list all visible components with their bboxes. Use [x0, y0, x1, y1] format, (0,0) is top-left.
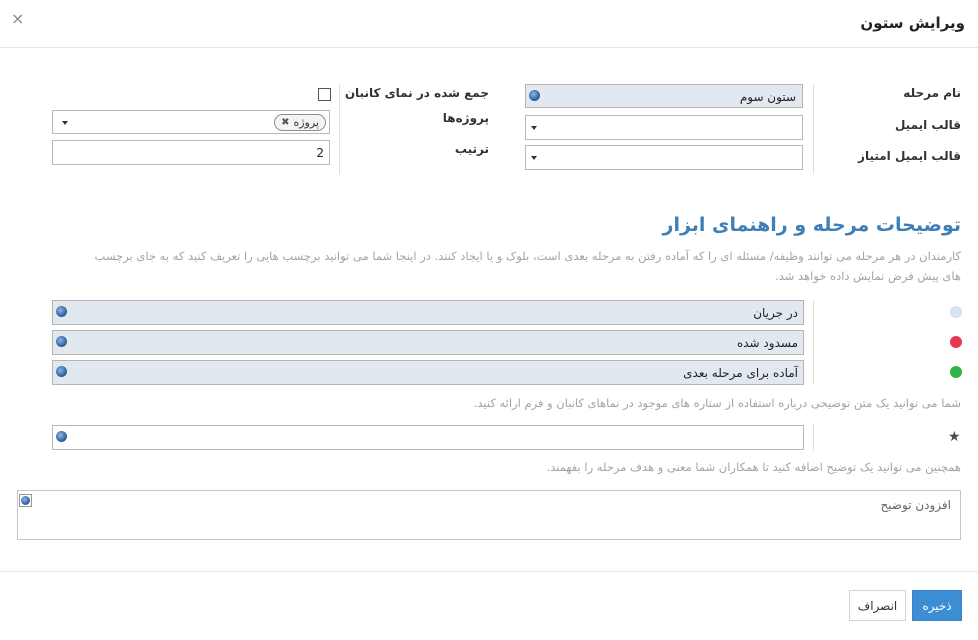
- sequence-value: 2: [316, 146, 324, 160]
- globe-icon[interactable]: [529, 90, 540, 101]
- legend-help-text: شما می توانید یک متن توضیحی درباره استفا…: [473, 396, 961, 410]
- legend-blocked-input[interactable]: مسدود شده: [52, 330, 804, 355]
- stage-name-label: نام مرحله: [903, 86, 961, 100]
- projects-input[interactable]: پروژه ✖: [52, 110, 330, 134]
- rating-email-template-label: قالب ایمیل امتیاز: [858, 149, 961, 163]
- legend-blocked-value: مسدود شده: [736, 336, 798, 350]
- sequence-label: ترتیب: [454, 142, 489, 156]
- caret-down-icon: [62, 121, 68, 125]
- project-tag[interactable]: پروژه ✖: [274, 114, 326, 131]
- folded-label: جمع شده در نمای کانبان: [344, 86, 489, 100]
- section-title: توضیحات مرحله و راهنمای ابزار: [662, 214, 962, 236]
- modal-title: ویرایش ستون: [860, 14, 965, 32]
- legend-done-input[interactable]: آماده برای مرحله بعدی: [52, 360, 804, 385]
- field-separator: [813, 424, 814, 451]
- email-template-label: قالب ایمیل: [894, 118, 961, 132]
- globe-icon: [21, 496, 30, 505]
- help-text-line1: کارمندان در هر مرحله می توانند وظیفه/ مس…: [94, 249, 961, 263]
- legend-priority-input[interactable]: [52, 425, 804, 450]
- normal-state-dot: [950, 306, 962, 318]
- description-textarea[interactable]: [17, 490, 961, 540]
- globe-icon[interactable]: [56, 366, 67, 377]
- footer-divider: [0, 571, 978, 572]
- globe-icon[interactable]: [56, 431, 67, 442]
- remove-tag-icon[interactable]: ✖: [281, 115, 289, 130]
- save-button[interactable]: ذخیره: [912, 590, 962, 621]
- stage-name-input[interactable]: ستون سوم: [525, 84, 803, 108]
- done-state-dot: [950, 366, 962, 378]
- rating-email-template-select[interactable]: [525, 145, 803, 170]
- description-help-text: همچنین می توانید یک توضیح اضافه کنید تا …: [546, 460, 961, 474]
- projects-label: پروژه‌ها: [442, 111, 489, 125]
- modal-header: [0, 0, 978, 48]
- field-separator: [339, 84, 340, 174]
- legend-done-value: آماده برای مرحله بعدی: [683, 366, 798, 380]
- folded-checkbox[interactable]: [318, 88, 331, 101]
- field-separator: [813, 84, 814, 174]
- legend-normal-input[interactable]: در جریان: [52, 300, 804, 325]
- legend-normal-value: در جریان: [753, 306, 798, 320]
- email-template-select[interactable]: [525, 115, 803, 140]
- project-tag-label: پروژه: [293, 116, 319, 129]
- help-text-line2: های پیش فرض نمایش داده خواهد شد.: [775, 269, 961, 283]
- stage-name-value: ستون سوم: [739, 90, 796, 104]
- close-icon[interactable]: ×: [11, 10, 24, 28]
- blocked-state-dot: [950, 336, 962, 348]
- globe-icon[interactable]: [56, 336, 67, 347]
- star-icon: ★: [948, 429, 961, 445]
- caret-down-icon: [531, 156, 537, 160]
- field-separator: [813, 300, 814, 384]
- description-placeholder: افزودن توضیح: [880, 498, 951, 512]
- translate-button[interactable]: [19, 494, 32, 507]
- globe-icon[interactable]: [56, 306, 67, 317]
- sequence-input[interactable]: 2: [52, 140, 330, 165]
- cancel-button[interactable]: انصراف: [849, 590, 906, 621]
- caret-down-icon: [531, 126, 537, 130]
